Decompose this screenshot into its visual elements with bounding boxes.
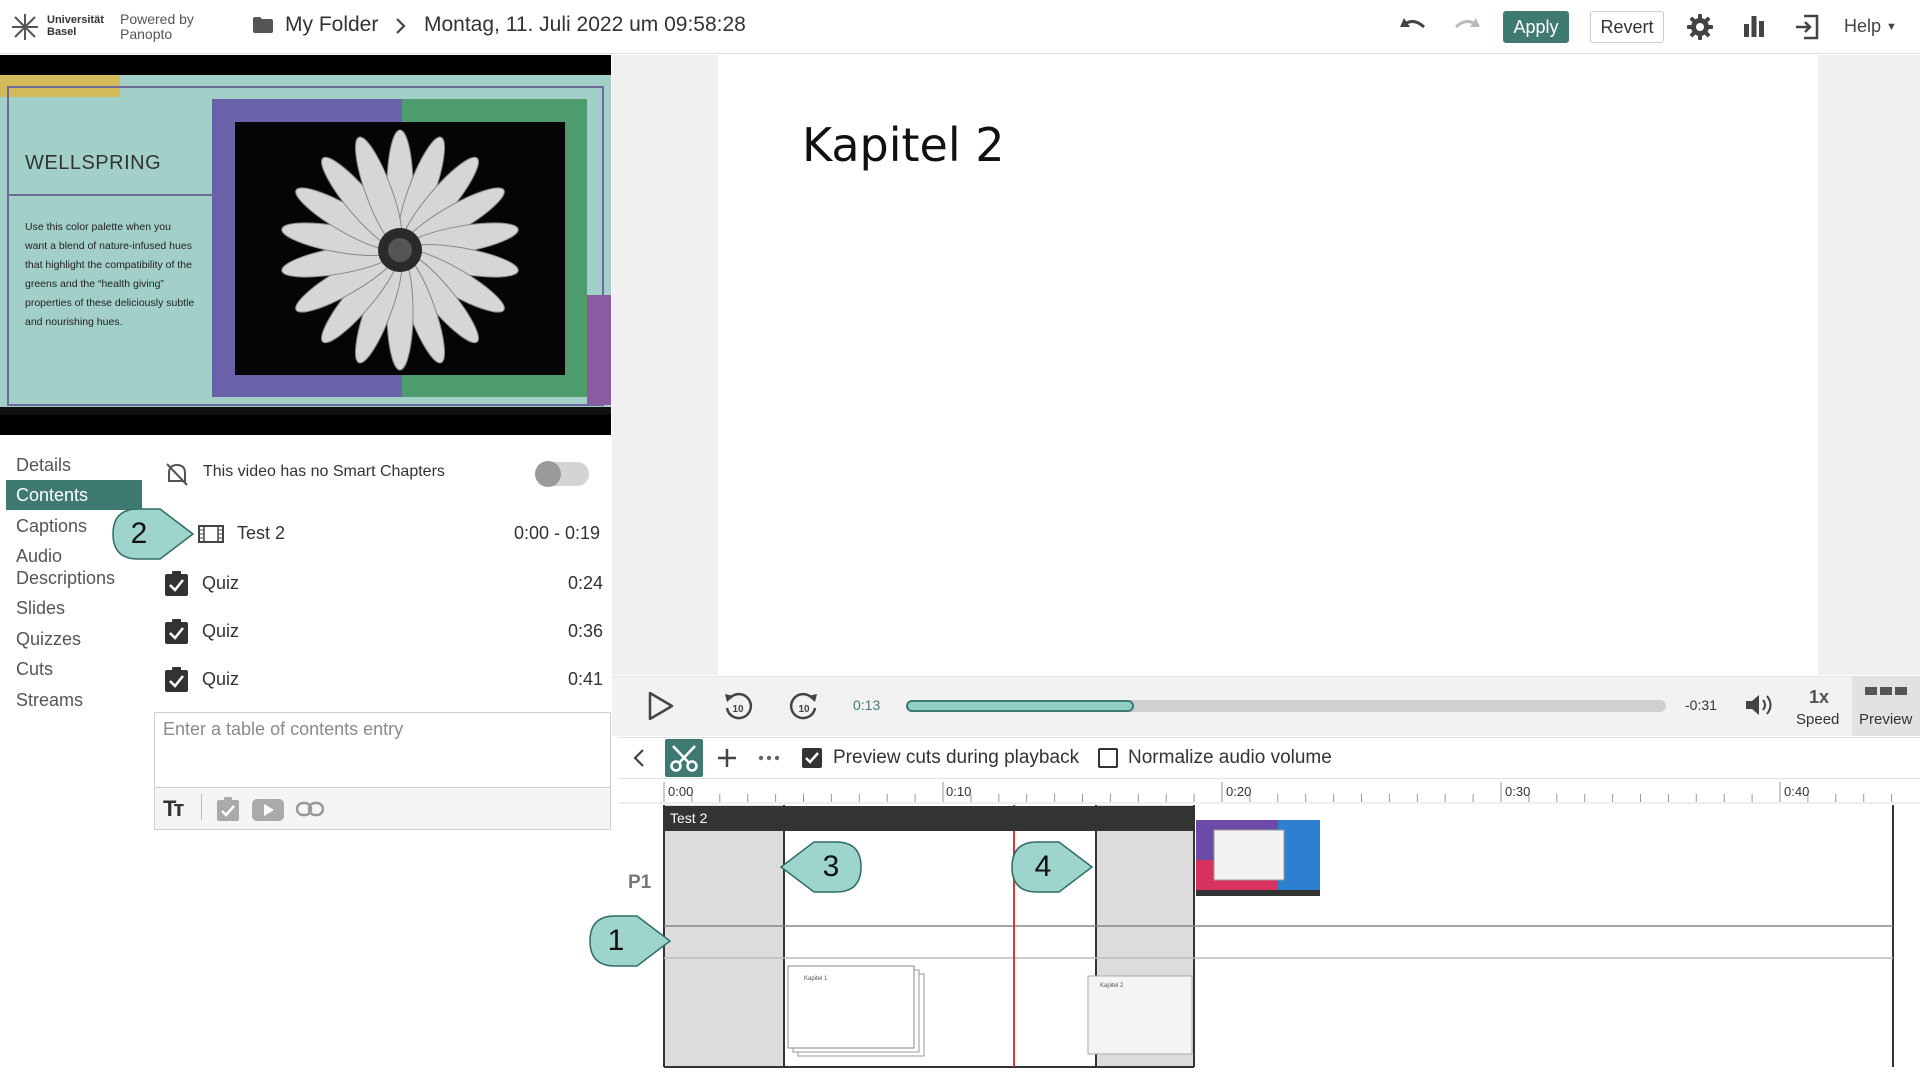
speed-label: Speed	[1796, 711, 1840, 728]
volume-icon[interactable]	[1744, 692, 1776, 718]
university-logo-icon	[12, 14, 38, 40]
svg-text:10: 10	[798, 704, 810, 715]
more-icon[interactable]	[758, 754, 780, 762]
preview-icon	[1895, 687, 1907, 695]
stats-icon[interactable]	[1743, 14, 1765, 38]
folder-icon	[253, 17, 273, 33]
link-icon[interactable]	[296, 799, 324, 819]
track-label: P1	[628, 872, 652, 893]
quiz-add-icon[interactable]	[217, 797, 239, 821]
current-time: 0:13	[853, 697, 881, 713]
smart-chapters-icon	[166, 463, 188, 486]
preview-cuts-label[interactable]: Preview cuts during playback	[833, 747, 1079, 769]
svg-text:10: 10	[732, 704, 744, 715]
smart-chapters-text: This video has no Smart Chapters	[203, 463, 445, 480]
thumb-label: Kapitel 2	[1100, 983, 1124, 989]
revert-button[interactable]: Revert	[1590, 11, 1664, 43]
preview-label: Preview	[1859, 711, 1913, 728]
callout-number: 3	[822, 850, 840, 883]
remaining-time: -0:31	[1685, 697, 1717, 713]
tab-cuts[interactable]: Cuts	[16, 658, 53, 680]
toc-toolbar: Tᴛ	[154, 788, 611, 830]
help-label: Help	[1844, 16, 1882, 36]
progress-fill	[906, 700, 1134, 712]
toc-entry-textarea[interactable]	[155, 713, 610, 787]
apply-button[interactable]: Apply	[1503, 11, 1569, 43]
callout-number: 2	[130, 517, 148, 550]
slide-body-text: Use this color palette when you want a b…	[25, 221, 195, 328]
ruler-label: 0:20	[1226, 784, 1252, 799]
chapter-segment-label: Test 2	[670, 810, 708, 826]
powered-by-text: Powered by Panopto	[120, 11, 194, 42]
preview-icon	[1880, 687, 1892, 695]
toc-entry-input[interactable]	[154, 712, 611, 788]
quiz-check-icon	[165, 619, 188, 644]
toc-quiz-label[interactable]: Quiz	[202, 669, 239, 690]
quiz-check-icon	[165, 571, 188, 596]
chapter-segment-bar[interactable]	[664, 806, 1194, 831]
toolbar-divider	[201, 794, 202, 820]
main-slide-title: Kapitel 2	[802, 118, 1005, 172]
quiz-check-icon	[165, 667, 188, 692]
plus-icon[interactable]	[716, 747, 738, 769]
check-icon	[805, 752, 819, 764]
gear-icon[interactable]	[1686, 13, 1714, 41]
tab-details[interactable]: Details	[16, 454, 71, 476]
tab-slides[interactable]: Slides	[16, 597, 65, 619]
exit-icon[interactable]	[1794, 14, 1820, 40]
toc-quiz-time: 0:24	[567, 573, 603, 593]
toc-quiz-label[interactable]: Quiz	[202, 573, 239, 594]
thumb-label: Kapitel 1	[804, 976, 828, 982]
speed-value[interactable]: 1x	[1808, 687, 1830, 708]
text-format-icon[interactable]: Tᴛ	[163, 796, 184, 822]
toggle-knob	[535, 461, 561, 487]
callout-number: 4	[1034, 850, 1052, 883]
progress-bar[interactable]	[906, 700, 1666, 712]
slide-heading: WELLSPRING	[25, 152, 162, 174]
scissors-icon	[670, 745, 698, 772]
film-icon	[198, 525, 224, 543]
smart-chapters-toggle[interactable]	[535, 461, 589, 487]
undo-icon[interactable]	[1398, 15, 1428, 39]
normalize-audio-checkbox[interactable]	[1098, 748, 1118, 768]
tab-captions[interactable]: Captions	[16, 515, 87, 537]
play-icon[interactable]	[648, 692, 674, 720]
preview-cuts-checkbox[interactable]	[802, 748, 822, 768]
forward-10-icon[interactable]: 10	[788, 690, 820, 722]
preview-icon	[1865, 687, 1877, 695]
screen-recording-thumbnail	[1196, 820, 1320, 896]
ruler-label: 0:40	[1784, 784, 1810, 799]
ruler-label: 0:30	[1505, 784, 1531, 799]
rewind-10-icon[interactable]: 10	[722, 690, 754, 722]
toc-quiz-time: 0:36	[567, 621, 603, 641]
cut-tool-button[interactable]	[665, 739, 703, 777]
university-logo-text: Universität Basel	[47, 14, 104, 38]
breadcrumb-folder[interactable]: My Folder	[285, 13, 378, 37]
help-menu[interactable]: Help ▼	[1844, 16, 1897, 37]
toc-quiz-label[interactable]: Quiz	[202, 621, 239, 642]
toc-entry-time: 0:00 - 0:19	[513, 523, 600, 543]
tab-quizzes[interactable]: Quizzes	[16, 628, 81, 650]
chevron-left-icon[interactable]	[632, 748, 646, 768]
youtube-icon[interactable]	[252, 799, 284, 821]
tab-streams[interactable]: Streams	[16, 689, 83, 711]
normalize-audio-label[interactable]: Normalize audio volume	[1128, 747, 1332, 769]
ruler-label: 0:00	[668, 784, 694, 799]
chevron-right-icon	[396, 18, 406, 34]
redo-icon[interactable]	[1452, 15, 1482, 39]
toc-entry-label[interactable]: Test 2	[237, 523, 285, 544]
session-title: Montag, 11. Juli 2022 um 09:58:28	[424, 13, 746, 36]
caret-down-icon: ▼	[1886, 21, 1897, 33]
callout-number: 1	[607, 924, 625, 957]
toc-quiz-time: 0:41	[567, 669, 603, 689]
ruler-label: 0:10	[946, 784, 972, 799]
